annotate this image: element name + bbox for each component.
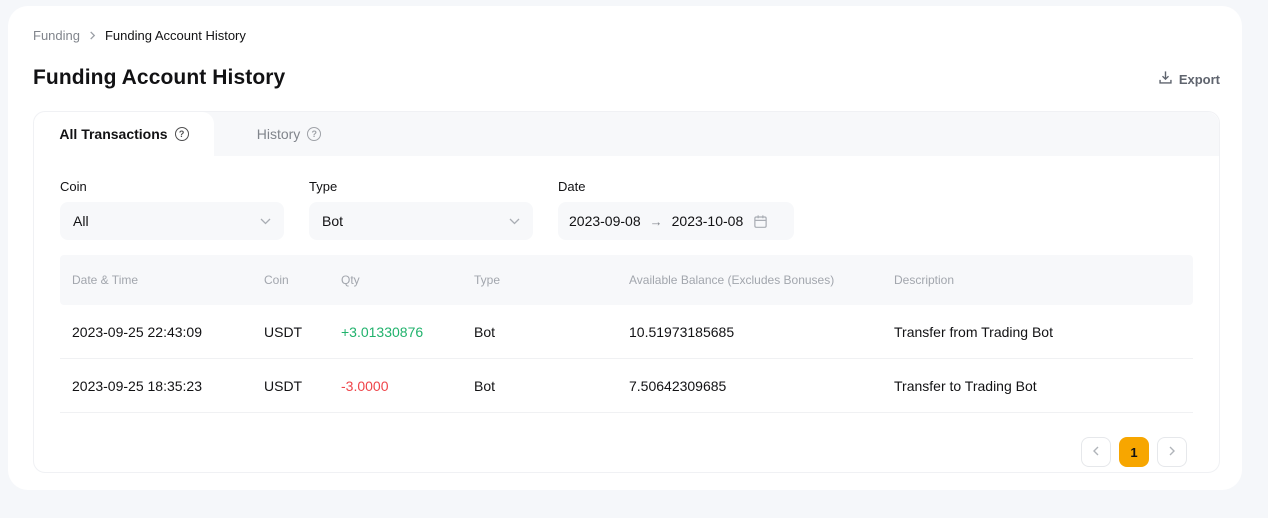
cell-balance: 7.50642309685: [629, 377, 727, 394]
chevron-right-icon: [1168, 443, 1176, 461]
filters-row: Coin All Type Bot Date 2023-09-08 → 2023…: [60, 179, 1193, 240]
cell-type: Bot: [474, 377, 496, 394]
breadcrumb-funding[interactable]: Funding: [33, 28, 80, 43]
col-available-balance: Available Balance (Excludes Bonuses): [629, 273, 835, 287]
calendar-icon: [753, 214, 768, 229]
cell-coin: USDT: [264, 323, 303, 340]
cell-datetime: 2023-09-25 22:43:09: [72, 323, 202, 340]
chevron-down-icon: [509, 218, 520, 225]
transactions-panel: All Transactions ? History ? Coin All Ty…: [33, 111, 1220, 473]
tab-bar: All Transactions ? History ?: [34, 112, 1219, 156]
tab-all-transactions[interactable]: All Transactions ?: [34, 112, 214, 156]
help-icon[interactable]: ?: [307, 127, 322, 141]
chevron-right-icon: [88, 30, 97, 40]
col-qty: Qty: [341, 273, 360, 287]
date-end-value: 2023-10-08: [671, 213, 744, 229]
coin-filter-label: Coin: [60, 179, 87, 194]
help-icon[interactable]: ?: [174, 127, 189, 141]
export-label: Export: [1178, 71, 1220, 87]
panel-body: Coin All Type Bot Date 2023-09-08 → 2023…: [34, 179, 1219, 467]
prev-page-button[interactable]: [1081, 437, 1111, 467]
coin-select[interactable]: All: [60, 202, 284, 240]
breadcrumb-current: Funding Account History: [104, 27, 246, 43]
download-icon: [1158, 70, 1173, 88]
transactions-table: Date & Time Coin Qty Type Available Bala…: [60, 255, 1193, 413]
export-button[interactable]: Export: [1158, 70, 1220, 90]
cell-type: Bot: [474, 323, 496, 340]
next-page-button[interactable]: [1157, 437, 1187, 467]
date-start-value: 2023-09-08: [569, 213, 641, 229]
cell-datetime: 2023-09-25 18:35:23: [72, 377, 202, 394]
date-filter-label: Date: [558, 179, 586, 194]
breadcrumb: Funding Funding Account History: [33, 6, 1220, 44]
tab-history[interactable]: History ?: [214, 112, 364, 156]
table-header-row: Date & Time Coin Qty Type Available Bala…: [60, 255, 1193, 305]
date-range-input[interactable]: 2023-09-08 → 2023-10-08: [558, 202, 794, 240]
tab-history-label: History: [256, 126, 301, 142]
cell-qty: -3.0000: [341, 377, 389, 394]
type-select[interactable]: Bot: [309, 202, 533, 240]
col-date-time: Date & Time: [72, 273, 139, 287]
title-row: Funding Account History Export: [33, 56, 1220, 90]
cell-qty: +3.01330876: [341, 323, 424, 340]
col-type: Type: [474, 273, 501, 287]
type-filter: Type Bot: [309, 179, 533, 240]
cell-balance: 10.51973185685: [629, 323, 735, 340]
col-coin: Coin: [264, 273, 289, 287]
cell-description: Transfer to Trading Bot: [894, 377, 1037, 394]
date-range-arrow: →: [649, 213, 663, 229]
funding-history-card: Funding Funding Account History Funding …: [8, 6, 1242, 490]
chevron-left-icon: [1092, 443, 1100, 461]
page-number-button[interactable]: 1: [1119, 437, 1149, 467]
coin-select-value: All: [73, 213, 89, 229]
pagination: 1: [60, 437, 1193, 467]
table-row: 2023-09-25 22:43:09 USDT +3.01330876 Bot…: [60, 305, 1193, 359]
cell-coin: USDT: [264, 377, 303, 394]
page-background: Funding Funding Account History Funding …: [0, 0, 1268, 518]
table-row: 2023-09-25 18:35:23 USDT -3.0000 Bot 7.5…: [60, 359, 1193, 413]
chevron-down-icon: [260, 218, 271, 225]
type-select-value: Bot: [322, 213, 344, 229]
page-title: Funding Account History: [33, 66, 286, 89]
col-description: Description: [894, 273, 955, 287]
tab-all-transactions-label: All Transactions: [59, 126, 168, 142]
cell-description: Transfer from Trading Bot: [894, 323, 1053, 340]
type-filter-label: Type: [309, 179, 338, 194]
coin-filter: Coin All: [60, 179, 284, 240]
date-filter: Date 2023-09-08 → 2023-10-08: [558, 179, 794, 240]
